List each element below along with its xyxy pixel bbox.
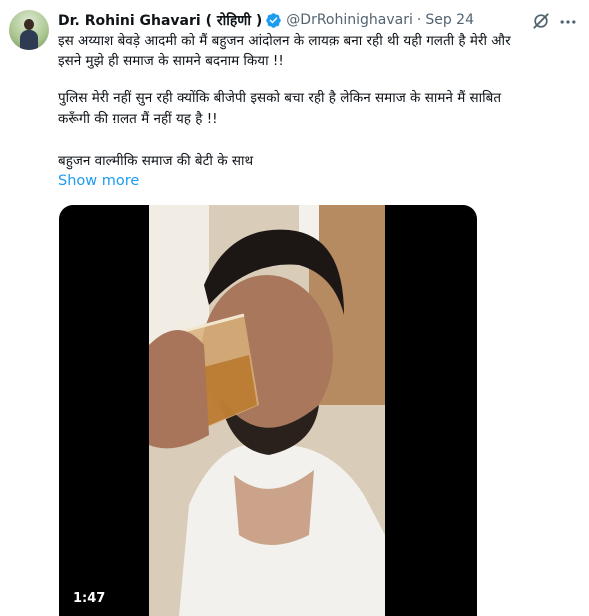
tweet-text-line: पुलिस मेरी नहीं सुन रही क्योंकि बीजेपी इ… xyxy=(58,90,502,106)
grok-icon[interactable] xyxy=(531,11,551,31)
separator-dot: · xyxy=(416,12,422,28)
video-duration: 1:47 xyxy=(73,591,106,606)
avatar[interactable] xyxy=(9,10,49,50)
tweet-text-line: इसने मुझे ही समाज के सामने बदनाम किया !! xyxy=(58,53,284,69)
video-thumbnail xyxy=(149,205,385,616)
handle[interactable]: @DrRohinighavari xyxy=(286,12,413,28)
show-more-link[interactable]: Show more xyxy=(58,173,139,189)
more-horizontal-icon[interactable] xyxy=(558,12,578,32)
video-frame-illustration xyxy=(149,205,385,616)
video-player[interactable]: 1:47 xyxy=(59,205,477,616)
tweet-date[interactable]: Sep 24 xyxy=(425,12,474,28)
tweet-text-line: करूँगी की ग़लत मैं नहीं यह है !! xyxy=(58,111,218,127)
display-name[interactable]: Dr. Rohini Ghavari ( रोहिणी ) xyxy=(58,11,262,30)
tweet-header: Dr. Rohini Ghavari ( रोहिणी ) @DrRohinig… xyxy=(58,10,474,30)
verified-badge-icon[interactable] xyxy=(265,12,282,29)
tweet[interactable]: Dr. Rohini Ghavari ( रोहिणी ) @DrRohinig… xyxy=(0,0,589,616)
avatar-body xyxy=(20,30,38,50)
tweet-text-line: बहुजन वाल्मीकि समाज की बेटी के साथ xyxy=(58,153,254,169)
avatar-head xyxy=(24,19,34,30)
tweet-text-line: इस अय्याश बेवड़े आदमी को मैं बहुजन आंदोल… xyxy=(58,33,511,49)
